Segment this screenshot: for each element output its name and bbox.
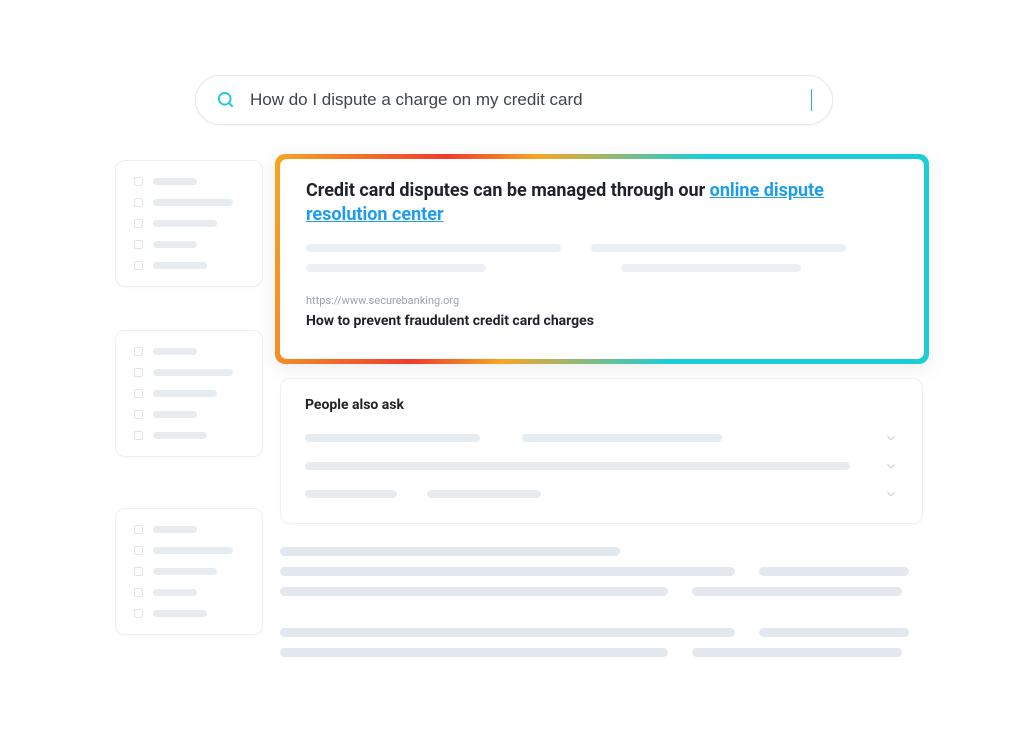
paa-item[interactable] — [305, 459, 898, 473]
paa-item[interactable] — [305, 487, 898, 501]
checkbox-icon[interactable] — [134, 177, 143, 186]
checkbox-icon[interactable] — [134, 198, 143, 207]
checkbox-icon[interactable] — [134, 525, 143, 534]
filter-card — [115, 508, 263, 635]
search-icon — [216, 90, 236, 110]
featured-result[interactable]: Credit card disputes can be managed thro… — [280, 159, 924, 359]
featured-subtitle: How to prevent fraudulent credit card ch… — [306, 313, 898, 329]
featured-result-highlight: Credit card disputes can be managed thro… — [275, 154, 929, 364]
filter-card — [115, 330, 263, 457]
checkbox-icon[interactable] — [134, 261, 143, 270]
checkbox-icon[interactable] — [134, 389, 143, 398]
checkbox-icon[interactable] — [134, 410, 143, 419]
chevron-down-icon — [884, 459, 898, 473]
chevron-down-icon — [884, 431, 898, 445]
checkbox-icon[interactable] — [134, 546, 143, 555]
checkbox-icon[interactable] — [134, 240, 143, 249]
checkbox-icon[interactable] — [134, 588, 143, 597]
people-also-ask: People also ask — [280, 378, 923, 524]
checkbox-icon[interactable] — [134, 347, 143, 356]
checkbox-icon[interactable] — [134, 431, 143, 440]
checkbox-icon[interactable] — [134, 609, 143, 618]
organic-result[interactable] — [280, 628, 923, 668]
search-bar[interactable] — [195, 75, 833, 125]
paa-item[interactable] — [305, 431, 898, 445]
checkbox-icon[interactable] — [134, 567, 143, 576]
checkbox-icon[interactable] — [134, 219, 143, 228]
featured-url: https://www.securebanking.org — [306, 294, 898, 307]
checkbox-icon[interactable] — [134, 368, 143, 377]
organic-result[interactable] — [280, 547, 923, 607]
search-input[interactable] — [250, 90, 805, 110]
chevron-down-icon — [884, 487, 898, 501]
paa-title: People also ask — [305, 397, 898, 413]
featured-title-text: Credit card disputes can be managed thro… — [306, 180, 705, 201]
featured-title: Credit card disputes can be managed thro… — [306, 179, 898, 228]
filter-card — [115, 160, 263, 287]
text-cursor — [811, 89, 812, 111]
